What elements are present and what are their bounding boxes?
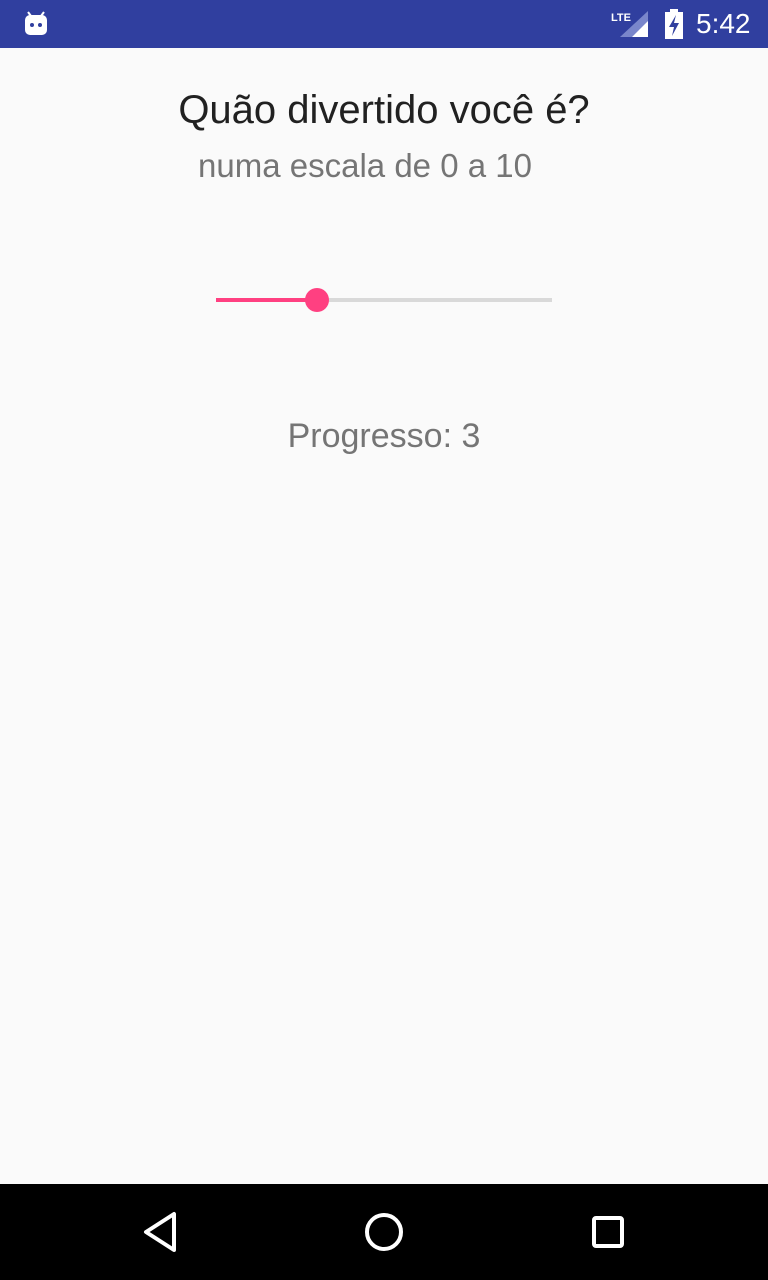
navigation-bar xyxy=(0,1184,768,1280)
back-button[interactable] xyxy=(136,1208,184,1256)
recents-button[interactable] xyxy=(584,1208,632,1256)
back-triangle-icon xyxy=(136,1208,184,1256)
status-bar: LTE 5:42 xyxy=(0,0,768,48)
status-clock: 5:42 xyxy=(696,8,751,39)
seekbar-progress-fill xyxy=(216,298,317,302)
recents-square-icon xyxy=(584,1208,632,1256)
main-content: Quão divertido você é? numa escala de 0 … xyxy=(0,48,768,1184)
android-robot-icon xyxy=(22,10,50,38)
home-circle-icon xyxy=(360,1208,408,1256)
home-button[interactable] xyxy=(360,1208,408,1256)
progress-label: Progresso: 3 xyxy=(287,417,481,455)
cell-signal-icon: LTE xyxy=(610,9,650,39)
fun-level-seekbar[interactable] xyxy=(200,274,568,326)
battery-charging-icon xyxy=(663,9,685,39)
page-title: Quão divertido você é? xyxy=(178,88,590,132)
page-subtitle: numa escala de 0 a 10 xyxy=(198,147,532,184)
network-label: LTE xyxy=(611,12,631,24)
seekbar-thumb[interactable] xyxy=(304,288,329,312)
